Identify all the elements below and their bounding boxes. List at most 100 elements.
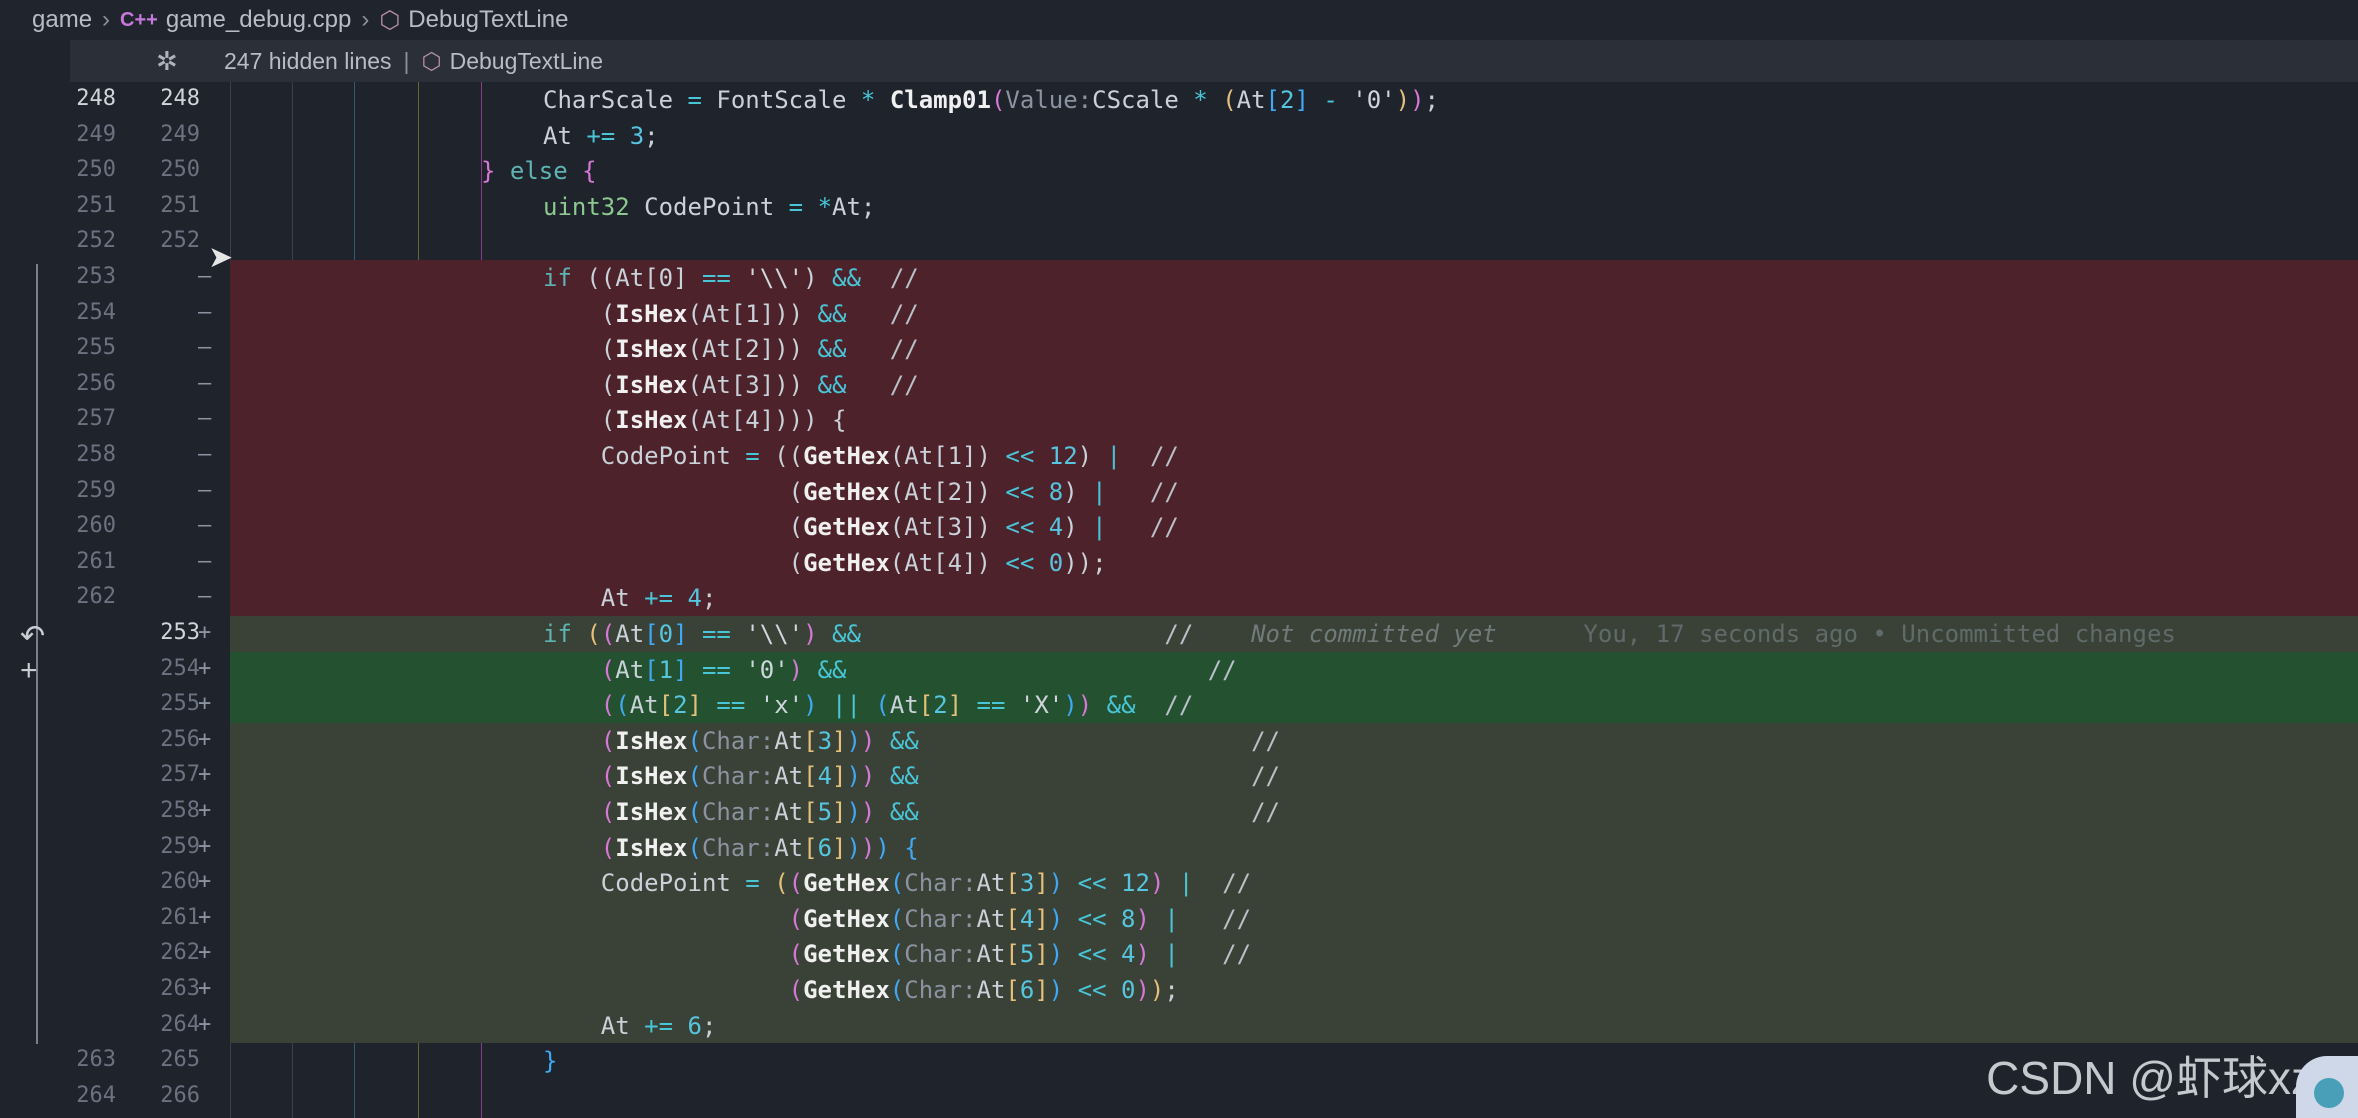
code-token: = [745, 442, 775, 470]
code-token: ( [774, 869, 789, 898]
code-token: 3 [817, 726, 833, 755]
code-line[interactable]: 258 — CodePoint = ((GetHex(At[1]) << 12) … [0, 438, 2358, 474]
code-token: Clamp01 [889, 86, 991, 114]
code-line[interactable]: 249 249 At += 3; [0, 118, 2358, 154]
folded-region-bar[interactable]: ✲ 247 hidden lines | ⬡ DebugTextLine [70, 40, 2358, 82]
diff-marker: — [198, 548, 212, 574]
code-token: && [817, 655, 1208, 684]
code-token: At [543, 584, 645, 613]
code-token: 0 [658, 620, 674, 648]
code-token: ( [990, 86, 1006, 114]
code-token: '0' [1352, 86, 1396, 114]
code-line[interactable]: 250 250} else { [0, 153, 2358, 189]
code-line[interactable]: 262 + (GetHex(Char:At[5]) << 4) | // [0, 936, 2358, 972]
code-token: { [582, 157, 597, 186]
code-text: (IsHex(At[2])) && // [543, 335, 919, 363]
code-text: (IsHex(Char:At[6]))) { [543, 834, 919, 862]
code-line[interactable]: 262 — At += 4; [0, 580, 2358, 616]
code-token: (At[4]) [889, 548, 1006, 577]
diff-marker: + [198, 655, 212, 681]
code-line[interactable]: 254 + (At[1] == '0') && // [0, 651, 2358, 688]
code-line[interactable]: 261 — (GetHex(At[4]) << 0)); [0, 544, 2358, 581]
new-line-number: 256 [160, 726, 200, 752]
code-token: ) [1048, 904, 1064, 933]
code-line[interactable]: 258 + (IsHex(Char:At[5])) && // [0, 794, 2358, 830]
code-token: << [1005, 513, 1049, 542]
code-token: At [543, 1011, 645, 1040]
breadcrumb-symbol[interactable]: DebugTextLine [408, 6, 568, 34]
code-token: [ [803, 833, 818, 862]
code-token: GetHex [803, 869, 890, 898]
code-token: ) [1063, 477, 1093, 506]
code-line[interactable]: 264 + At += 6; [0, 1007, 2358, 1044]
code-token: [ [1005, 940, 1020, 969]
code-text: (GetHex(At[3]) << 4) | // [543, 513, 1179, 541]
breadcrumb-root[interactable]: game [32, 6, 92, 34]
code-text: CharScale = FontScale * Clamp01(Value:CS… [543, 86, 1439, 114]
code-token: GetHex [803, 940, 890, 969]
code-line[interactable]: 260 — (GetHex(At[3]) << 4) | // [0, 509, 2358, 545]
code-line[interactable]: 251 251 uint32 CodePoint = *At; [0, 189, 2358, 225]
chevron-right-icon: › [361, 6, 370, 33]
code-token: += [586, 121, 630, 150]
code-token: = [788, 192, 818, 221]
code-text: } [543, 1047, 557, 1075]
code-line[interactable]: 263 + (GetHex(Char:At[6]) << 0)); [0, 972, 2358, 1008]
code-token: | [1178, 869, 1223, 898]
code-line[interactable]: 260 + CodePoint = ((GetHex(Char:At[3]) <<… [0, 865, 2358, 901]
code-line[interactable]: 259 — (GetHex(At[2]) << 8) | // [0, 473, 2358, 510]
code-token: 4 [817, 762, 833, 791]
code-token: 12 [1121, 869, 1150, 898]
code-text: (IsHex(At[1])) && // [543, 300, 919, 328]
new-line-number: 266 [160, 1082, 200, 1108]
code-line[interactable]: 254 — (IsHex(At[1])) && // [0, 295, 2358, 332]
code-token: ( [687, 762, 702, 791]
code-line[interactable]: 259 + (IsHex(Char:At[6]))) { [0, 829, 2358, 866]
code-token: || [832, 691, 876, 720]
code-token: ) [803, 264, 833, 292]
code-token: CodePoint [543, 869, 746, 898]
code-token: (At[4]))) { [687, 406, 847, 435]
breadcrumb-file[interactable]: game_debug.cpp [166, 6, 351, 34]
code-token: == [687, 655, 746, 684]
code-line[interactable]: 248 248 CharScale = FontScale * Clamp01(Va… [0, 82, 2358, 118]
code-line[interactable]: 256 — (IsHex(At[3])) && // [0, 366, 2358, 403]
code-token: IsHex [615, 833, 688, 862]
code-line[interactable]: 253 + if ((At[0] == '\\') && // Not commit… [0, 616, 2358, 652]
old-line-number: 260 [76, 513, 116, 539]
code-token: ] [673, 655, 688, 684]
code-line[interactable]: 261 + (GetHex(Char:At[4]) << 8) | // [0, 900, 2358, 937]
code-text: if ((At[0] == '\\') && // Not committed … [543, 620, 2176, 648]
mouse-cursor-icon: ➤ [208, 241, 234, 274]
code-token: ((At[0] [586, 264, 702, 292]
diff-marker: — [198, 370, 212, 396]
code-token: ( [889, 940, 905, 969]
new-line-number: 264 [160, 1011, 200, 1037]
code-token: uint32 [543, 192, 645, 221]
code-token: 2 [673, 691, 688, 720]
code-token: = [745, 869, 775, 898]
code-editor[interactable]: 248 248 CharScale = FontScale * Clamp01(Va… [0, 82, 2358, 1118]
code-token: IsHex [615, 370, 688, 399]
code-line[interactable]: 255 — (IsHex(At[2])) && // [0, 331, 2358, 367]
code-token: = [687, 86, 717, 114]
code-line[interactable]: 255 + ((At[2] == 'x') || (At[2] == 'X')) … [0, 687, 2358, 723]
code-line[interactable]: 253— if ((At[0] == '\\') && // [0, 260, 2358, 296]
code-token: } [481, 157, 510, 186]
code-line[interactable]: 257 + (IsHex(Char:At[4])) && // [0, 758, 2358, 794]
code-token: && [832, 264, 890, 292]
code-token: ( [543, 655, 616, 684]
code-token: ) [860, 726, 890, 755]
old-line-number: 249 [76, 121, 116, 147]
old-line-number: 254 [76, 299, 116, 325]
line-background [230, 224, 2358, 260]
code-token: ( [889, 904, 905, 933]
code-line[interactable]: 257 — (IsHex(At[4]))) { [0, 402, 2358, 438]
code-line[interactable]: 256 + (IsHex(Char:At[3])) && // [0, 722, 2358, 759]
code-line[interactable]: 252 252 [0, 224, 2358, 260]
breadcrumb: game › C++ game_debug.cpp › ⬡ DebugTextL… [0, 0, 2358, 40]
new-line-number: 260 [160, 869, 200, 895]
code-token: // [1222, 940, 1252, 969]
unfold-icon[interactable]: ✲ [156, 46, 196, 77]
code-text: (GetHex(At[2]) << 8) | // [543, 478, 1179, 506]
